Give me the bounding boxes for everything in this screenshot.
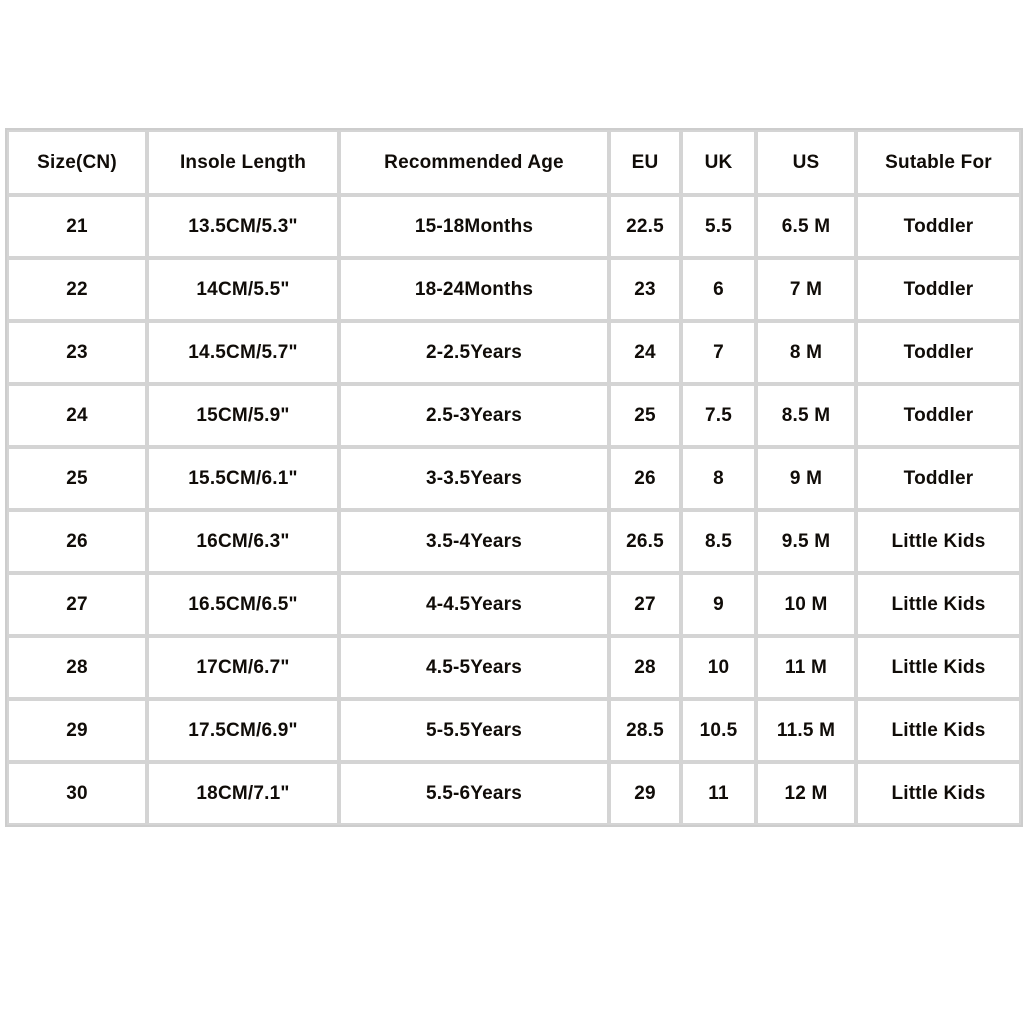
- cell-eu: 23: [609, 258, 681, 321]
- cell-sutable-for: Toddler: [856, 195, 1021, 258]
- cell-uk: 7.5: [681, 384, 756, 447]
- cell-us: 6.5 M: [756, 195, 856, 258]
- cell-sutable-for: Toddler: [856, 321, 1021, 384]
- cell-sutable-for: Little Kids: [856, 510, 1021, 573]
- cell-us: 12 M: [756, 762, 856, 825]
- cell-insole-length: 15.5CM/6.1": [147, 447, 339, 510]
- table-row: 30 18CM/7.1" 5.5-6Years 29 11 12 M Little Kids: [7, 762, 1021, 825]
- cell-recommended-age: 4-4.5Years: [339, 573, 609, 636]
- table-body: 21 13.5CM/5.3" 15-18Months 22.5 5.5 6.5 M Todd…: [7, 195, 1021, 825]
- cell-size-cn: 30: [7, 762, 147, 825]
- cell-eu: 26: [609, 447, 681, 510]
- cell-size-cn: 25: [7, 447, 147, 510]
- cell-recommended-age: 3.5-4Years: [339, 510, 609, 573]
- table-row: 23 14.5CM/5.7" 2-2.5Years 24 7 8 M Toddler: [7, 321, 1021, 384]
- column-header-size-cn: Size(CN): [7, 130, 147, 195]
- cell-recommended-age: 15-18Months: [339, 195, 609, 258]
- cell-sutable-for: Toddler: [856, 447, 1021, 510]
- cell-eu: 29: [609, 762, 681, 825]
- table-row: 28 17CM/6.7" 4.5-5Years 28 10 11 M Little Kids: [7, 636, 1021, 699]
- cell-uk: 6: [681, 258, 756, 321]
- cell-eu: 26.5: [609, 510, 681, 573]
- cell-size-cn: 24: [7, 384, 147, 447]
- table-row: 22 14CM/5.5" 18-24Months 23 6 7 M Toddler: [7, 258, 1021, 321]
- cell-uk: 10: [681, 636, 756, 699]
- cell-us: 8.5 M: [756, 384, 856, 447]
- table-row: 25 15.5CM/6.1" 3-3.5Years 26 8 9 M Toddler: [7, 447, 1021, 510]
- cell-eu: 27: [609, 573, 681, 636]
- size-chart-page: Size(CN) Insole Length Recommended Age E…: [0, 0, 1024, 1024]
- cell-us: 7 M: [756, 258, 856, 321]
- table-header: Size(CN) Insole Length Recommended Age E…: [7, 130, 1021, 195]
- cell-size-cn: 28: [7, 636, 147, 699]
- cell-insole-length: 17.5CM/6.9": [147, 699, 339, 762]
- cell-insole-length: 14CM/5.5": [147, 258, 339, 321]
- table-row: 21 13.5CM/5.3" 15-18Months 22.5 5.5 6.5 M Todd…: [7, 195, 1021, 258]
- cell-insole-length: 16CM/6.3": [147, 510, 339, 573]
- cell-sutable-for: Toddler: [856, 258, 1021, 321]
- cell-recommended-age: 5-5.5Years: [339, 699, 609, 762]
- size-chart-container: Size(CN) Insole Length Recommended Age E…: [5, 128, 1023, 827]
- table-header-row: Size(CN) Insole Length Recommended Age E…: [7, 130, 1021, 195]
- cell-insole-length: 16.5CM/6.5": [147, 573, 339, 636]
- cell-size-cn: 29: [7, 699, 147, 762]
- column-header-uk: UK: [681, 130, 756, 195]
- cell-sutable-for: Little Kids: [856, 699, 1021, 762]
- cell-eu: 22.5: [609, 195, 681, 258]
- table-row: 27 16.5CM/6.5" 4-4.5Years 27 9 10 M Little Kid…: [7, 573, 1021, 636]
- cell-uk: 10.5: [681, 699, 756, 762]
- cell-uk: 8.5: [681, 510, 756, 573]
- cell-recommended-age: 5.5-6Years: [339, 762, 609, 825]
- cell-recommended-age: 2.5-3Years: [339, 384, 609, 447]
- cell-us: 10 M: [756, 573, 856, 636]
- cell-recommended-age: 2-2.5Years: [339, 321, 609, 384]
- cell-insole-length: 17CM/6.7": [147, 636, 339, 699]
- cell-us: 8 M: [756, 321, 856, 384]
- cell-sutable-for: Little Kids: [856, 762, 1021, 825]
- table-row: 26 16CM/6.3" 3.5-4Years 26.5 8.5 9.5 M Little …: [7, 510, 1021, 573]
- cell-sutable-for: Little Kids: [856, 636, 1021, 699]
- cell-sutable-for: Little Kids: [856, 573, 1021, 636]
- cell-recommended-age: 18-24Months: [339, 258, 609, 321]
- cell-eu: 28.5: [609, 699, 681, 762]
- cell-recommended-age: 4.5-5Years: [339, 636, 609, 699]
- cell-size-cn: 23: [7, 321, 147, 384]
- cell-insole-length: 15CM/5.9": [147, 384, 339, 447]
- cell-size-cn: 27: [7, 573, 147, 636]
- column-header-sutable-for: Sutable For: [856, 130, 1021, 195]
- cell-size-cn: 21: [7, 195, 147, 258]
- cell-recommended-age: 3-3.5Years: [339, 447, 609, 510]
- cell-insole-length: 14.5CM/5.7": [147, 321, 339, 384]
- cell-size-cn: 22: [7, 258, 147, 321]
- table-row: 24 15CM/5.9" 2.5-3Years 25 7.5 8.5 M Toddler: [7, 384, 1021, 447]
- cell-uk: 7: [681, 321, 756, 384]
- cell-us: 9.5 M: [756, 510, 856, 573]
- cell-eu: 25: [609, 384, 681, 447]
- column-header-us: US: [756, 130, 856, 195]
- cell-us: 11.5 M: [756, 699, 856, 762]
- cell-eu: 28: [609, 636, 681, 699]
- shoe-size-chart-table: Size(CN) Insole Length Recommended Age E…: [5, 128, 1023, 827]
- cell-size-cn: 26: [7, 510, 147, 573]
- table-row: 29 17.5CM/6.9" 5-5.5Years 28.5 10.5 11.5 M Lit…: [7, 699, 1021, 762]
- cell-us: 11 M: [756, 636, 856, 699]
- column-header-insole-length: Insole Length: [147, 130, 339, 195]
- cell-uk: 8: [681, 447, 756, 510]
- cell-eu: 24: [609, 321, 681, 384]
- cell-uk: 11: [681, 762, 756, 825]
- column-header-recommended-age: Recommended Age: [339, 130, 609, 195]
- cell-us: 9 M: [756, 447, 856, 510]
- cell-insole-length: 18CM/7.1": [147, 762, 339, 825]
- cell-sutable-for: Toddler: [856, 384, 1021, 447]
- cell-insole-length: 13.5CM/5.3": [147, 195, 339, 258]
- cell-uk: 5.5: [681, 195, 756, 258]
- column-header-eu: EU: [609, 130, 681, 195]
- cell-uk: 9: [681, 573, 756, 636]
